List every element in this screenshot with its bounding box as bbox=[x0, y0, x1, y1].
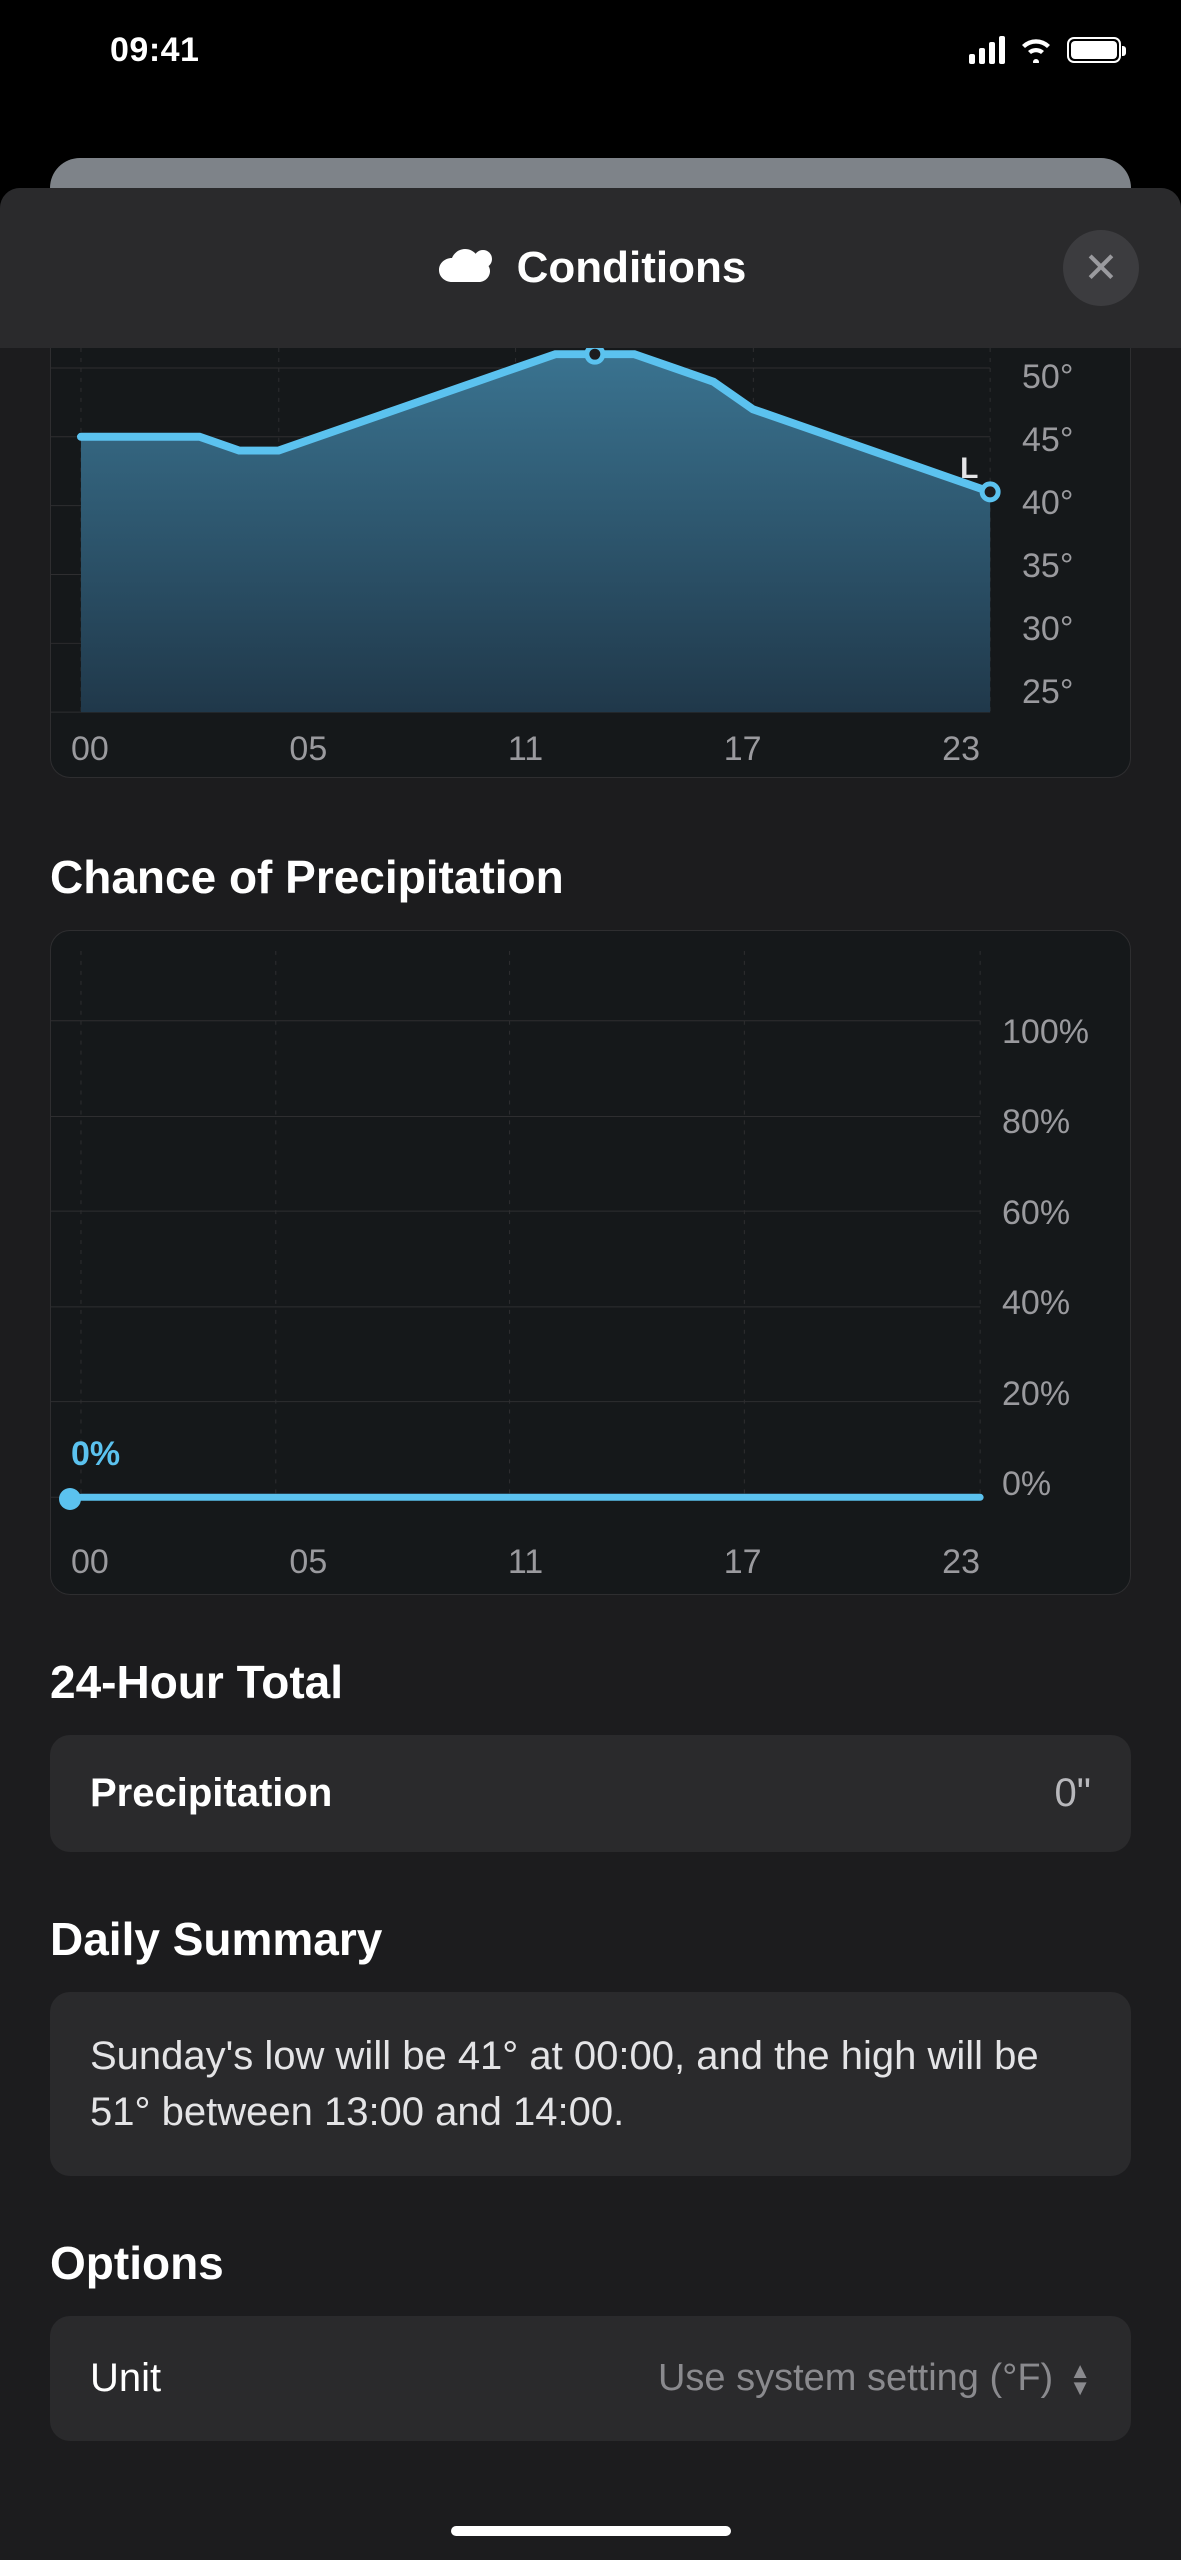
summary-text: Sunday's low will be 41° at 00:00, and t… bbox=[90, 2028, 1091, 2140]
precip-x-tick: 05 bbox=[289, 1543, 327, 1582]
unit-value: Use system setting (°F) bbox=[658, 2357, 1053, 2400]
temp-y-tick: 25° bbox=[1022, 673, 1112, 712]
temp-x-tick: 11 bbox=[508, 730, 543, 769]
precip-current-marker bbox=[59, 1488, 81, 1510]
status-bar: 09:41 bbox=[0, 0, 1181, 100]
precip-section-title: Chance of Precipitation bbox=[50, 850, 1131, 904]
sheet-title: Conditions bbox=[517, 243, 747, 293]
temp-x-tick: 05 bbox=[289, 730, 327, 769]
precip-x-tick: 11 bbox=[508, 1543, 543, 1582]
precip-y-tick: 100% bbox=[1002, 1013, 1112, 1052]
close-button[interactable]: ✕ bbox=[1063, 230, 1139, 306]
precip-x-tick: 00 bbox=[71, 1543, 109, 1582]
wifi-icon bbox=[1019, 37, 1053, 63]
precip-y-tick: 40% bbox=[1002, 1284, 1112, 1323]
precip-y-tick: 0% bbox=[1002, 1465, 1112, 1504]
total-section-title: 24-Hour Total bbox=[50, 1655, 1131, 1709]
temp-x-tick: 17 bbox=[724, 730, 762, 769]
stepper-icon: ▲▼ bbox=[1069, 2365, 1091, 2393]
precip-current-label: 0% bbox=[71, 1435, 120, 1474]
conditions-sheet: Conditions ✕ bbox=[0, 188, 1181, 2560]
status-time: 09:41 bbox=[110, 31, 199, 70]
temp-y-tick: 50° bbox=[1022, 358, 1112, 397]
unit-option-row[interactable]: Unit Use system setting (°F) ▲▼ bbox=[50, 2316, 1131, 2441]
precip-x-tick: 23 bbox=[942, 1543, 980, 1582]
battery-icon bbox=[1067, 37, 1121, 63]
precip-y-tick: 60% bbox=[1002, 1194, 1112, 1233]
precip-x-tick: 17 bbox=[724, 1543, 762, 1582]
precip-y-tick: 20% bbox=[1002, 1375, 1112, 1414]
temp-x-tick: 00 bbox=[71, 730, 109, 769]
temp-y-tick: 30° bbox=[1022, 610, 1112, 649]
cellular-signal-icon bbox=[969, 36, 1005, 64]
precip-y-tick: 80% bbox=[1002, 1103, 1112, 1142]
summary-section-title: Daily Summary bbox=[50, 1912, 1131, 1966]
total-value: 0" bbox=[1055, 1771, 1091, 1816]
precipitation-total-row: Precipitation 0" bbox=[50, 1735, 1131, 1852]
temp-y-tick: 40° bbox=[1022, 484, 1112, 523]
options-section-title: Options bbox=[50, 2236, 1131, 2290]
status-right bbox=[969, 36, 1121, 64]
cloud-icon bbox=[435, 247, 495, 289]
svg-text:L: L bbox=[960, 452, 978, 485]
precipitation-chart[interactable]: 0% 100% 80% 60% 40% 20% 0% 00 05 11 17 2… bbox=[50, 930, 1131, 1595]
temperature-chart[interactable]: L 50° 45° 40° 35° 30° 25° 00 05 11 17 23 bbox=[50, 348, 1131, 778]
unit-label: Unit bbox=[90, 2356, 161, 2401]
close-icon: ✕ bbox=[1083, 247, 1118, 289]
temp-y-tick: 45° bbox=[1022, 421, 1112, 460]
home-indicator[interactable] bbox=[451, 2526, 731, 2536]
temp-x-tick: 23 bbox=[942, 730, 980, 769]
daily-summary-panel: Sunday's low will be 41° at 00:00, and t… bbox=[50, 1992, 1131, 2176]
sheet-header: Conditions ✕ bbox=[0, 188, 1181, 348]
temp-y-tick: 35° bbox=[1022, 547, 1112, 586]
total-label: Precipitation bbox=[90, 1771, 332, 1816]
